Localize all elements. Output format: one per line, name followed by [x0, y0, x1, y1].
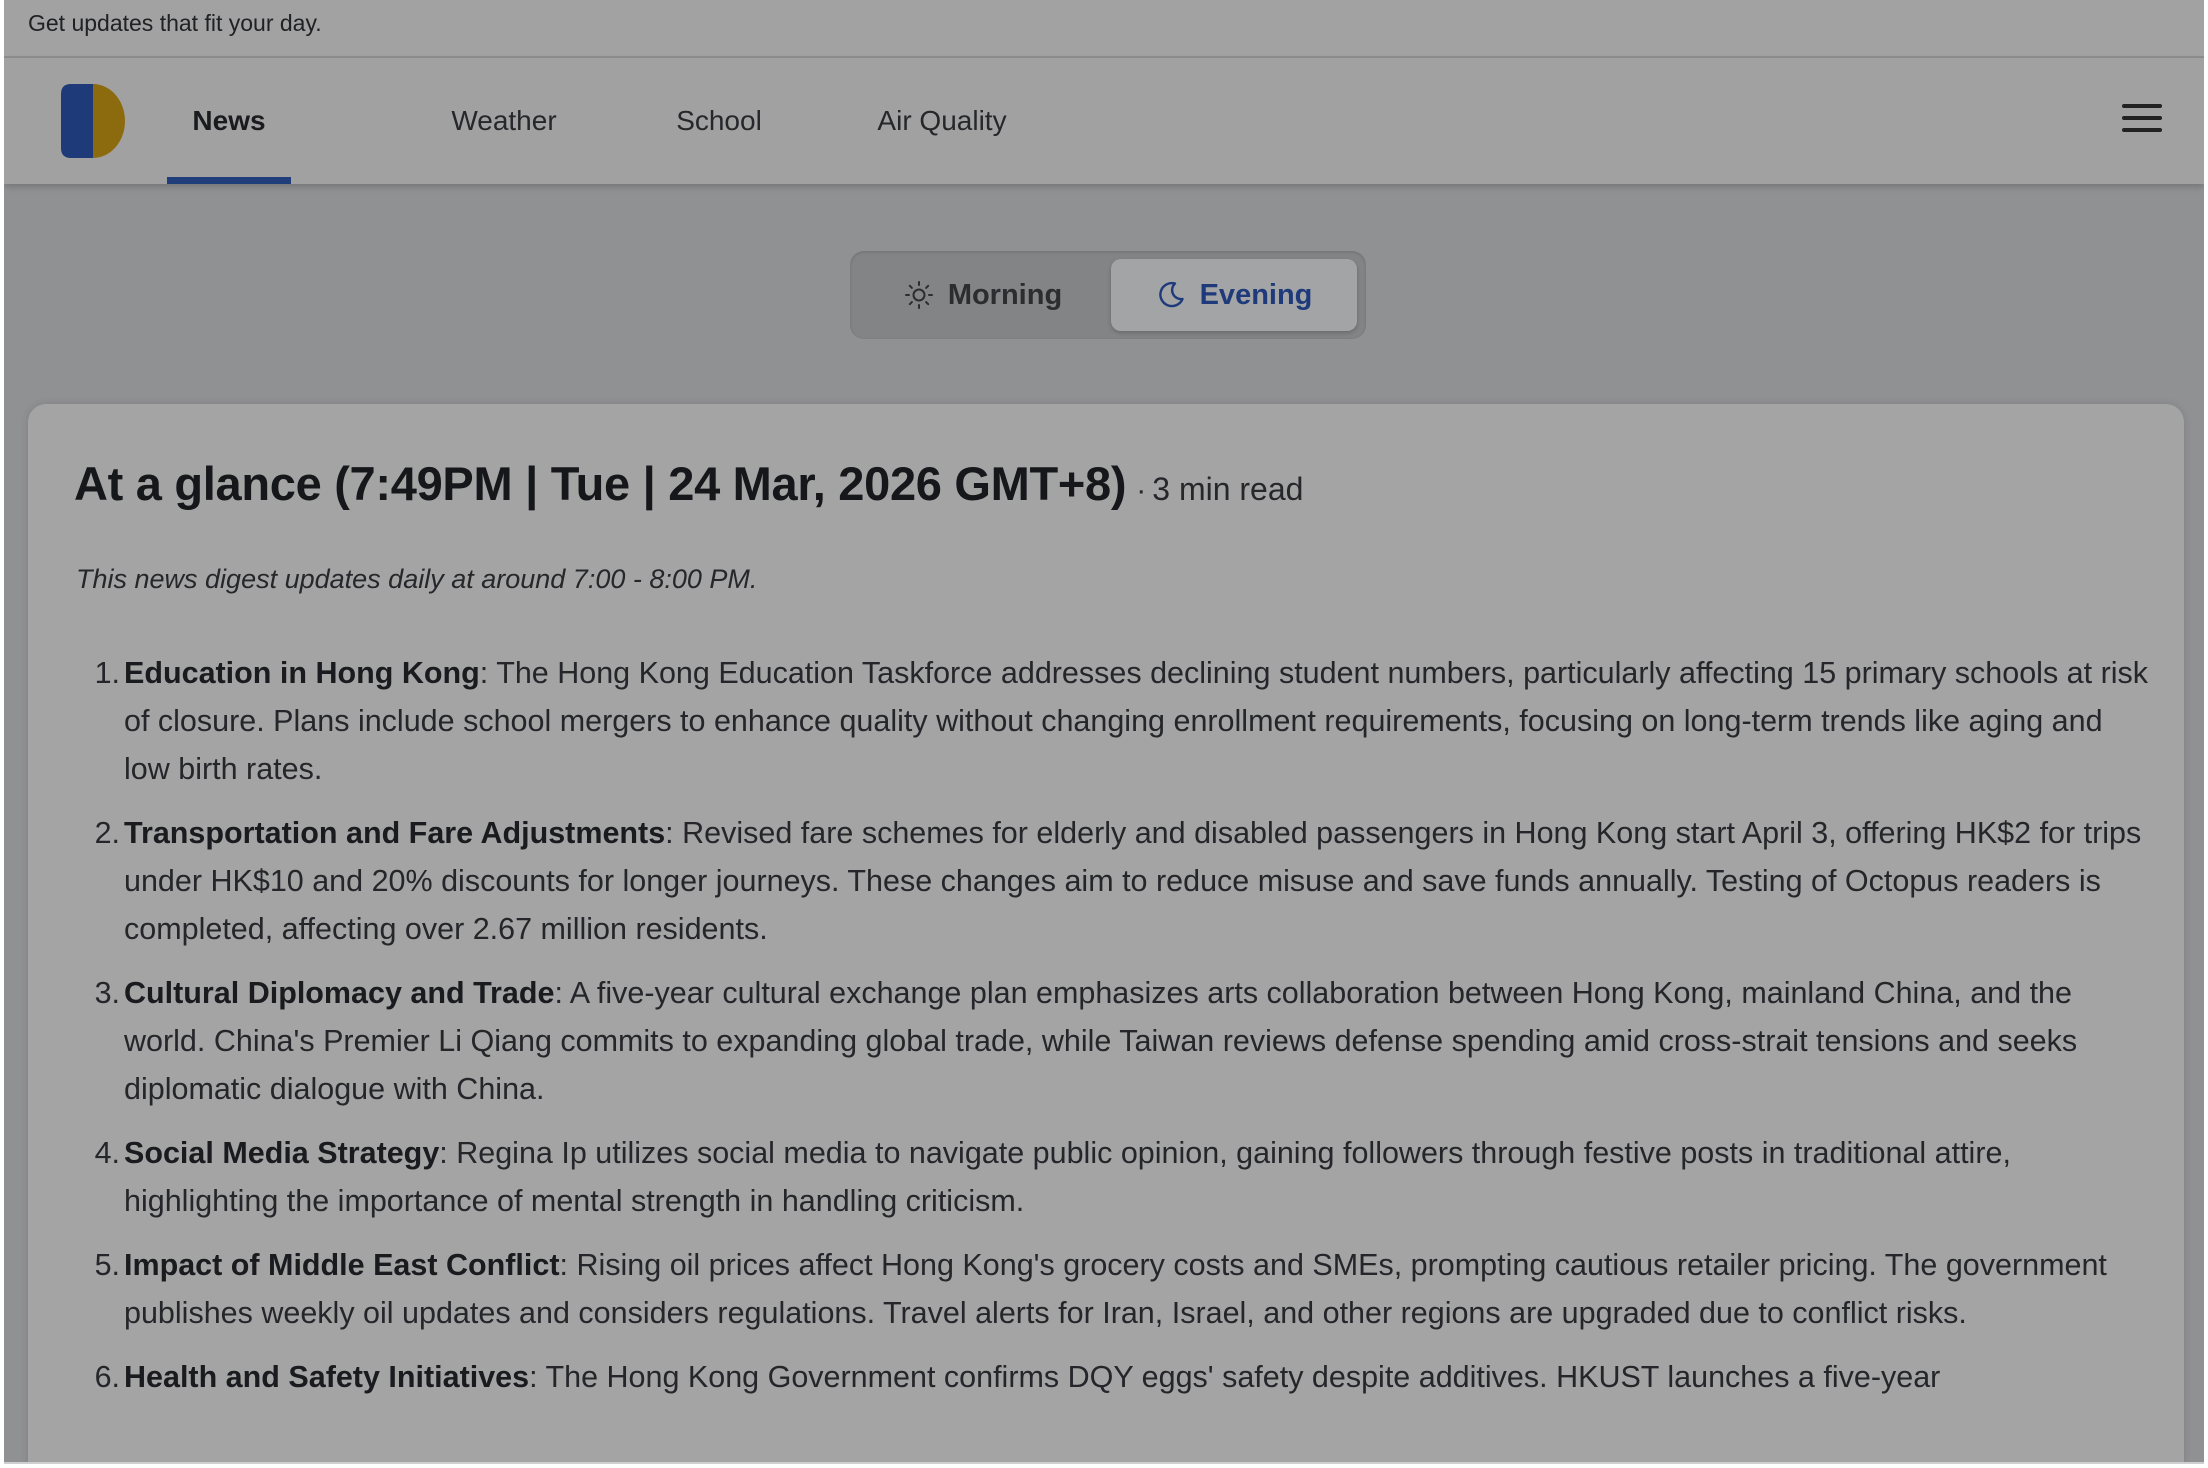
logo[interactable] — [61, 84, 125, 158]
tab-air-quality[interactable]: Air Quality — [858, 58, 1026, 184]
news-item-title: Transportation and Fare Adjustments — [124, 816, 666, 850]
news-item: 3. Cultural Diplomacy and Trade: A five-y… — [76, 969, 2156, 1113]
sun-icon — [904, 280, 934, 310]
evening-button[interactable]: Evening — [1111, 259, 1357, 331]
tab-air-quality-label: Air Quality — [877, 105, 1007, 136]
news-item-number: 3. — [94, 976, 120, 1010]
digest-heading: At a glance (7:49PM | Tue | 24 Mar, 2026… — [74, 456, 2134, 511]
hamburger-menu-icon[interactable] — [2122, 104, 2162, 138]
news-item-body: : The Hong Kong Government confirms DQY … — [529, 1360, 1941, 1394]
read-time: 3 min read — [1152, 471, 1304, 507]
moon-icon — [1156, 280, 1186, 310]
tab-weather[interactable]: Weather — [437, 58, 571, 184]
time-of-day-toggle: Morning Evening — [850, 251, 1366, 339]
news-item-title: Impact of Middle East Conflict — [124, 1248, 560, 1282]
news-item: 5. Impact of Middle East Conflict: Rising… — [76, 1241, 2156, 1337]
news-list: 1. Education in Hong Kong : The Hong Kong … — [76, 649, 2156, 1417]
news-item-number: 6. — [94, 1360, 120, 1394]
news-item: 6. Health and Safety Initiatives: The Hon… — [76, 1353, 2156, 1401]
morning-label: Morning — [947, 278, 1063, 311]
news-item-title: Health and Safety Initiatives — [124, 1360, 530, 1394]
news-item-title: Education in Hong Kong — [124, 656, 480, 690]
top-navbar: News Weather School Air Quality — [4, 58, 2204, 184]
morning-button[interactable]: Morning — [858, 259, 1108, 331]
news-item: 2. Transportation and Fare Adjustments: R… — [76, 809, 2156, 953]
news-item-number: 2. — [94, 816, 120, 850]
tab-school[interactable]: School — [656, 58, 782, 184]
logo-icon — [61, 84, 125, 158]
tab-news-label: News — [192, 105, 266, 136]
tab-school-label: School — [676, 105, 762, 136]
news-item: 4. Social Media Strategy: Regina Ip utili… — [76, 1129, 2156, 1225]
tab-weather-label: Weather — [451, 105, 557, 136]
announcement-text: Get updates that fit your day. — [28, 10, 322, 36]
digest-title: At a glance (7:49PM | Tue | 24 Mar, 2026… — [74, 457, 1127, 510]
tab-news[interactable]: News — [167, 58, 291, 184]
news-item-number: 1. — [94, 656, 120, 690]
news-item-number: 4. — [94, 1136, 120, 1170]
news-item-number: 5. — [94, 1248, 120, 1282]
title-separator: · — [1136, 474, 1147, 507]
page: Get updates that fit your day. News Weat… — [4, 0, 2204, 1464]
news-digest-card: At a glance (7:49PM | Tue | 24 Mar, 2026… — [28, 404, 2184, 1462]
digest-subtitle: This news digest updates daily at around… — [76, 564, 758, 594]
announcement-banner: Get updates that fit your day. — [4, 0, 2204, 58]
evening-label: Evening — [1199, 278, 1313, 311]
active-tab-indicator — [167, 177, 291, 184]
news-item: 1. Education in Hong Kong: The Hong Kong … — [76, 649, 2156, 793]
news-item-title: Social Media Strategy — [124, 1136, 440, 1170]
news-item-title: Cultural Diplomacy and Trade — [124, 976, 555, 1010]
